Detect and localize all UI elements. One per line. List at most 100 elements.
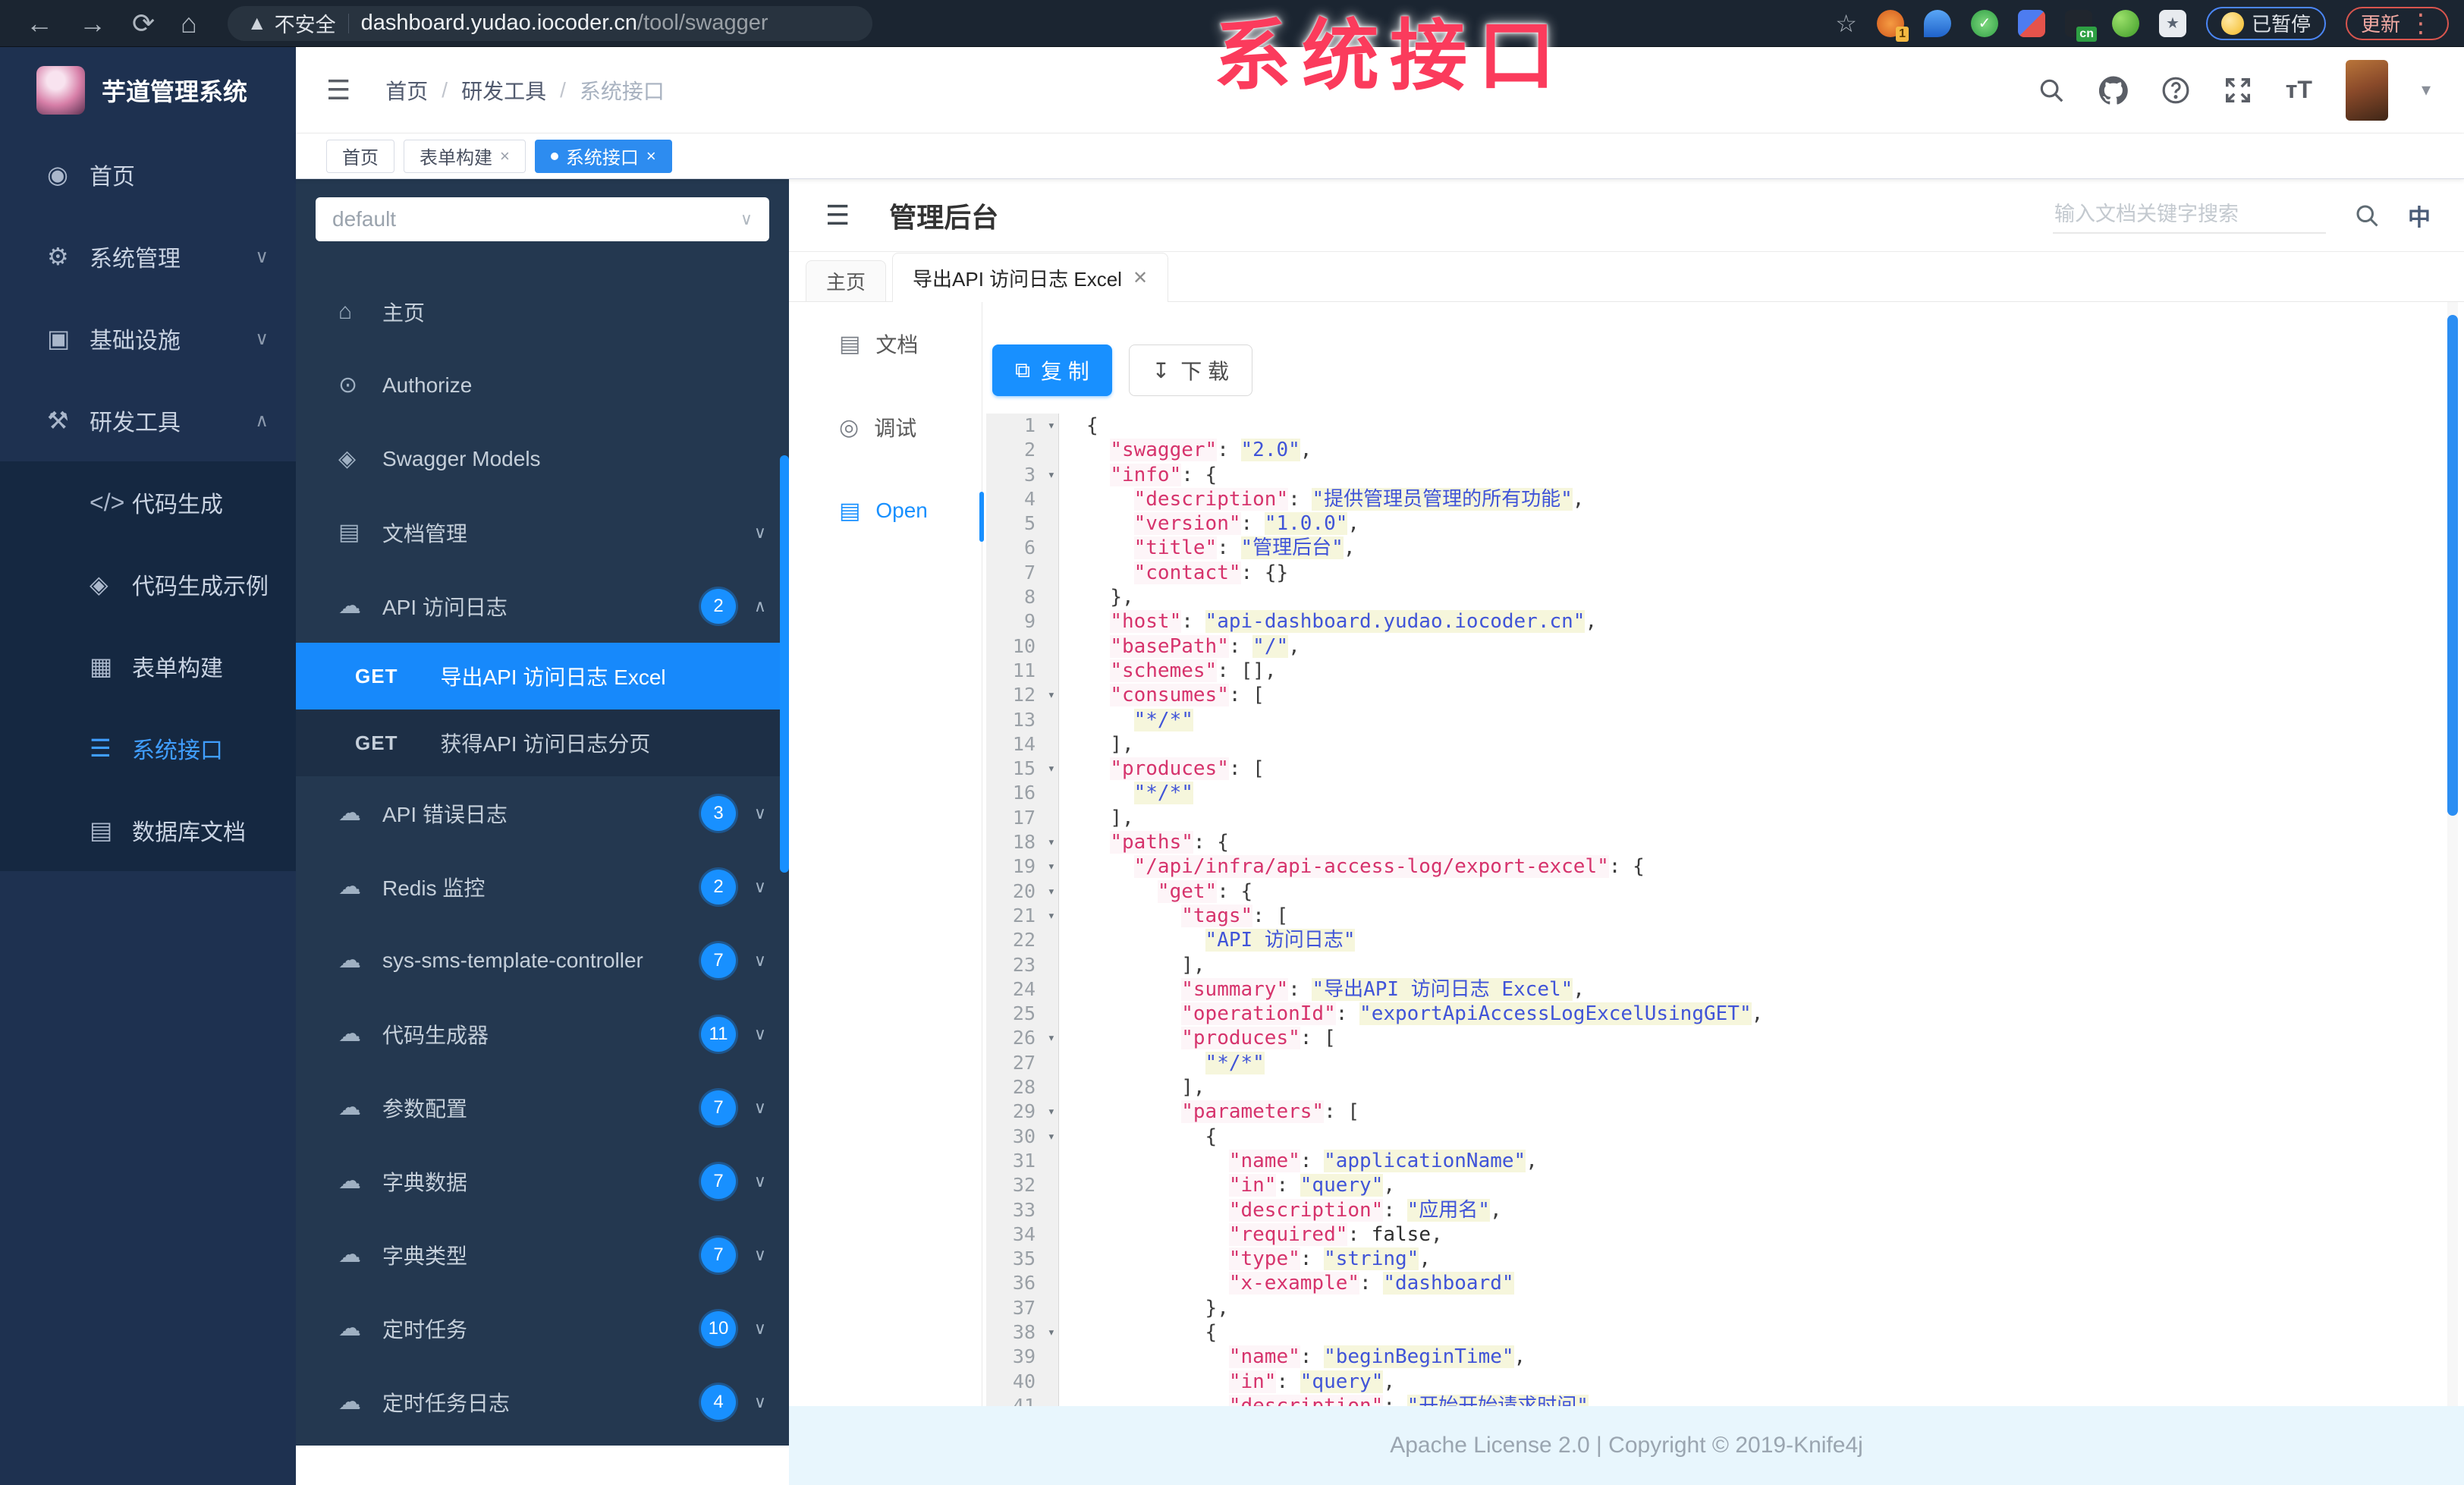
swagger-nav-item[interactable]: ☁ 代码生成器 11 ∨ <box>296 997 789 1071</box>
reload-icon[interactable]: ⟳ <box>132 8 155 39</box>
collapse-nav-icon[interactable]: ☰ <box>825 200 850 231</box>
not-secure-label[interactable]: 不安全 <box>275 8 336 38</box>
code-line: 18 ▾ "paths": { <box>986 830 2441 855</box>
doc-search-input[interactable] <box>2053 197 2326 234</box>
swagger-operation-item[interactable]: GET 获得API 访问日志分页 <box>296 709 789 776</box>
sidebar-item[interactable]: ▤ 数据库文档 <box>0 789 296 871</box>
fullscreen-icon[interactable] <box>2224 76 2252 105</box>
code-line: 24 "summary": "导出API 访问日志 Excel", <box>986 977 2441 1002</box>
code-editor[interactable]: 1 ▾{2 "swagger": "2.0", 3 ▾ "info": {4 "des… <box>986 414 2441 1406</box>
search-icon[interactable] <box>2037 76 2066 105</box>
help-icon[interactable] <box>2161 76 2190 105</box>
app-logo[interactable]: 芋道管理系统 <box>0 47 296 134</box>
sidebar-item[interactable]: ▦ 表单构建 <box>0 625 296 707</box>
extension-icon-7[interactable]: ★ <box>2158 9 2186 37</box>
collapse-sidebar-icon[interactable]: ☰ <box>326 74 350 106</box>
page-tab[interactable]: 表单构建 × <box>404 139 526 173</box>
fold-arrow-icon[interactable]: ▾ <box>1048 904 1055 928</box>
swagger-nav-item[interactable]: ☁岗位4∨ <box>296 1439 789 1446</box>
fold-arrow-icon[interactable]: ▾ <box>1048 1125 1055 1149</box>
json-key: "tags" <box>1181 904 1253 927</box>
doc-tab[interactable]: 导出API 访问日志 Excel ✕ <box>892 253 1169 302</box>
fold-arrow-icon[interactable]: ▾ <box>1048 683 1055 707</box>
extension-icon-5[interactable]: cn <box>2064 9 2097 42</box>
language-switch[interactable]: 中 <box>2408 199 2431 232</box>
swagger-nav-item[interactable]: ☁ API 访问日志 2 ∧ <box>296 569 789 643</box>
bookmark-star-icon[interactable]: ☆ <box>1835 9 1857 38</box>
github-icon[interactable] <box>2098 75 2128 105</box>
swagger-nav-item[interactable]: ☁ 参数配置 7 ∨ <box>296 1071 789 1144</box>
db-icon: ▤ <box>90 816 113 844</box>
side-tab-open[interactable]: ▤ Open <box>789 469 982 552</box>
extension-icon-4[interactable] <box>2017 9 2045 37</box>
browser-home-icon[interactable]: ⌂ <box>181 8 197 39</box>
nav-scrollbar-thumb[interactable] <box>780 455 789 873</box>
page-tab[interactable]: 首页 <box>326 139 394 173</box>
swagger-operation-item[interactable]: GET 导出API 访问日志 Excel <box>296 643 789 709</box>
sidebar-item[interactable]: ◉ 首页 <box>0 134 296 216</box>
swagger-nav-item[interactable]: ⊙ Authorize <box>296 348 789 422</box>
forward-icon[interactable]: → <box>79 8 106 39</box>
swagger-nav-item[interactable]: ◈ Swagger Models <box>296 422 789 496</box>
avatar[interactable] <box>2345 59 2388 121</box>
json-string: "query" <box>1300 1174 1384 1197</box>
swagger-nav-item[interactable]: ▤ 文档管理 ∨ <box>296 496 789 569</box>
extension-icon-2[interactable] <box>1923 9 1951 37</box>
side-tab-文档[interactable]: ▤ 文档 <box>789 302 982 385</box>
swagger-nav-item[interactable]: ☁ 定时任务日志 4 ∨ <box>296 1365 789 1439</box>
swagger-nav-label: 字典类型 <box>382 1244 468 1268</box>
sidebar-item[interactable]: ☰ 系统接口 <box>0 707 296 789</box>
breadcrumb-item[interactable]: 研发工具 <box>461 75 546 105</box>
browser-menu-icon[interactable]: ⋮ <box>2408 8 2434 39</box>
swagger-nav-item[interactable]: ☁ 字典类型 7 ∨ <box>296 1218 789 1292</box>
doc-tab[interactable]: 主页 <box>806 260 887 301</box>
swagger-nav-item[interactable]: ☁ API 错误日志 3 ∨ <box>296 776 789 850</box>
side-tab-调试[interactable]: ◎ 调试 <box>789 385 982 469</box>
open-icon: ▤ <box>839 498 861 524</box>
line-number: 12 ▾ <box>986 683 1059 708</box>
chevron-down-icon[interactable]: ▾ <box>2422 79 2431 101</box>
extension-icon-6[interactable] <box>2111 9 2139 37</box>
line-number: 19 ▾ <box>986 854 1059 879</box>
fold-arrow-icon[interactable]: ▾ <box>1048 757 1055 781</box>
fold-arrow-icon[interactable]: ▾ <box>1048 854 1055 879</box>
sidebar-item[interactable]: </> 代码生成 <box>0 461 296 543</box>
sidebar-item-label: 代码生成 <box>132 492 223 518</box>
scrollbar-track[interactable] <box>2447 302 2458 1406</box>
search-icon[interactable] <box>2353 202 2381 229</box>
back-icon[interactable]: ← <box>26 8 53 39</box>
sidebar-item[interactable]: ▣ 基础设施 ∨ <box>0 297 296 379</box>
close-icon[interactable]: × <box>500 146 510 166</box>
sidebar-item[interactable]: ⚒ 研发工具 ∧ <box>0 379 296 461</box>
group-select[interactable]: default ∨ <box>316 197 769 241</box>
fold-arrow-icon[interactable]: ▾ <box>1048 1026 1055 1050</box>
fold-arrow-icon[interactable]: ▾ <box>1048 414 1055 438</box>
fold-arrow-icon[interactable]: ▾ <box>1048 1100 1055 1124</box>
code-text: "required": false, <box>1059 1222 1443 1247</box>
swagger-nav-item[interactable]: ☁ Redis 监控 2 ∨ <box>296 850 789 923</box>
close-icon[interactable]: × <box>646 146 656 166</box>
swagger-nav-item[interactable]: ☁ 定时任务 10 ∨ <box>296 1292 789 1365</box>
scrollbar-thumb[interactable] <box>2447 315 2458 816</box>
profile-paused-button[interactable]: 已暂停 <box>2205 6 2326 40</box>
swagger-nav-item[interactable]: ☁ sys-sms-template-controller 7 ∨ <box>296 923 789 997</box>
extension-icon-1[interactable]: 1 <box>1876 9 1909 42</box>
json-punctuation: , <box>1526 1149 1538 1172</box>
extension-icon-3[interactable]: ✓ <box>1970 9 1998 37</box>
breadcrumb-item[interactable]: 首页 <box>385 75 428 105</box>
fold-arrow-icon[interactable]: ▾ <box>1048 463 1055 487</box>
fold-arrow-icon[interactable]: ▾ <box>1048 1320 1055 1345</box>
fold-arrow-icon[interactable]: ▾ <box>1048 830 1055 854</box>
page-tab[interactable]: 系统接口 × <box>534 139 672 173</box>
copy-button[interactable]: ⧉ 复 制 <box>992 345 1112 396</box>
fold-arrow-icon[interactable]: ▾ <box>1048 879 1055 904</box>
update-browser-button[interactable]: 更新 ⋮ <box>2345 6 2449 40</box>
swagger-nav-item[interactable]: ⌂ 主页 <box>296 275 789 348</box>
close-icon[interactable]: ✕ <box>1133 267 1148 289</box>
sidebar-item[interactable]: ⚙ 系统管理 ∨ <box>0 216 296 297</box>
font-size-icon[interactable]: тT <box>2286 76 2312 104</box>
address-bar[interactable]: ▲ 不安全 dashboard.yudao.iocoder.cn/tool/sw… <box>227 5 872 41</box>
sidebar-item[interactable]: ◈ 代码生成示例 <box>0 543 296 625</box>
swagger-nav-item[interactable]: ☁ 字典数据 7 ∨ <box>296 1144 789 1218</box>
download-button[interactable]: ↧ 下 载 <box>1128 345 1253 396</box>
